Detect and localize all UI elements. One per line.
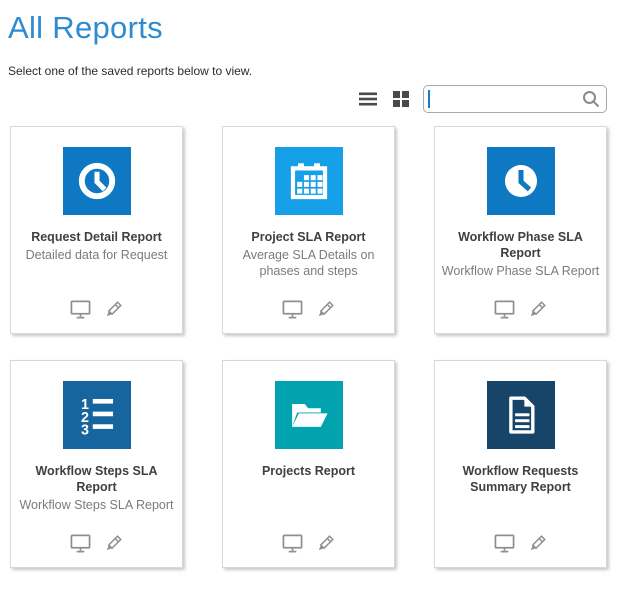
view-report-button[interactable] — [281, 533, 304, 554]
pencil-icon — [526, 299, 548, 321]
monitor-icon — [281, 299, 304, 320]
pencil-icon — [102, 299, 124, 321]
monitor-icon — [69, 299, 92, 320]
edit-report-button[interactable] — [526, 533, 548, 555]
view-report-button[interactable] — [69, 299, 92, 320]
report-subtitle: Workflow Phase SLA Report — [435, 263, 606, 279]
monitor-icon — [69, 533, 92, 554]
report-subtitle: Average SLA Details on phases and steps — [231, 247, 387, 280]
report-title: Projects Report — [223, 463, 394, 479]
grid-view-button[interactable] — [390, 88, 412, 110]
monitor-icon — [493, 533, 516, 554]
report-title: Workflow Requests Summary Report — [448, 463, 594, 496]
page-subtitle: Select one of the saved reports below to… — [8, 64, 628, 78]
edit-report-button[interactable] — [102, 533, 124, 555]
card-actions — [223, 533, 394, 555]
svg-text:3: 3 — [80, 422, 88, 438]
edit-report-button[interactable] — [314, 533, 336, 555]
pencil-icon — [314, 299, 336, 321]
card-actions — [435, 533, 606, 555]
edit-report-button[interactable] — [314, 299, 336, 321]
edit-report-button[interactable] — [102, 299, 124, 321]
monitor-icon — [281, 533, 304, 554]
report-tile: 1 2 3 — [63, 381, 131, 449]
list-view-button[interactable] — [357, 88, 379, 110]
pencil-icon — [314, 533, 336, 555]
report-tile — [275, 381, 343, 449]
toolbar — [0, 84, 607, 114]
report-card-projects[interactable]: Projects Report — [222, 360, 395, 568]
text-caret — [428, 90, 430, 108]
report-tile — [487, 147, 555, 215]
monitor-icon — [493, 299, 516, 320]
numbered-list-icon: 1 2 3 — [70, 388, 124, 442]
page-title: All Reports — [8, 10, 628, 46]
pencil-icon — [526, 533, 548, 555]
card-actions — [11, 299, 182, 321]
search-input[interactable] — [423, 85, 607, 113]
view-report-button[interactable] — [281, 299, 304, 320]
document-icon — [494, 388, 548, 442]
card-actions — [223, 299, 394, 321]
report-card-workflow-steps-sla[interactable]: 1 2 3 Workflow Steps SLA Report Workflow… — [10, 360, 183, 568]
report-title: Workflow Steps SLA Report — [11, 463, 182, 496]
clock-outline-icon — [70, 154, 124, 208]
report-title: Request Detail Report — [11, 229, 182, 245]
magnifier-icon[interactable] — [581, 89, 601, 109]
clock-solid-icon — [494, 154, 548, 208]
report-subtitle: Detailed data for Request — [11, 247, 182, 263]
report-tile — [487, 381, 555, 449]
all-reports-page: All Reports Select one of the saved repo… — [0, 10, 628, 592]
view-report-button[interactable] — [493, 299, 516, 320]
open-folder-icon — [282, 388, 336, 442]
view-report-button[interactable] — [69, 533, 92, 554]
view-report-button[interactable] — [493, 533, 516, 554]
report-tile — [275, 147, 343, 215]
report-tile — [63, 147, 131, 215]
card-actions — [11, 533, 182, 555]
report-card-project-sla[interactable]: Project SLA Report Average SLA Details o… — [222, 126, 395, 334]
pencil-icon — [102, 533, 124, 555]
report-card-workflow-requests-summary[interactable]: Workflow Requests Summary Report — [434, 360, 607, 568]
calendar-icon — [282, 154, 336, 208]
report-title: Project SLA Report — [223, 229, 394, 245]
card-actions — [435, 299, 606, 321]
list-view-icon — [357, 88, 379, 110]
report-subtitle: Workflow Steps SLA Report — [11, 497, 182, 513]
report-card-request-detail[interactable]: Request Detail Report Detailed data for … — [10, 126, 183, 334]
report-card-workflow-phase-sla[interactable]: Workflow Phase SLA Report Workflow Phase… — [434, 126, 607, 334]
edit-report-button[interactable] — [526, 299, 548, 321]
grid-view-icon — [390, 88, 412, 110]
report-title: Workflow Phase SLA Report — [443, 229, 599, 262]
report-card-grid: Request Detail Report Detailed data for … — [10, 126, 628, 568]
search-box — [423, 85, 607, 113]
